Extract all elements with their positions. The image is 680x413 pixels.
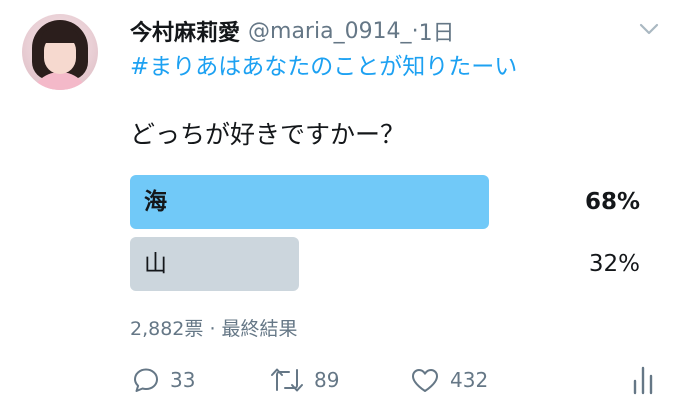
analytics-icon xyxy=(633,366,653,395)
tweet-timestamp[interactable]: 1日 xyxy=(419,15,455,47)
author-name[interactable]: 今村麻莉愛 xyxy=(130,15,240,47)
poll-option-2-percent: 32% xyxy=(588,251,640,277)
hashtag-link[interactable]: #まりあはあなたのことが知りたーい xyxy=(130,50,517,84)
reply-count: 33 xyxy=(170,368,196,392)
author-handle[interactable]: @maria_0914_ xyxy=(248,19,412,44)
like-button[interactable]: 432 xyxy=(410,362,488,398)
poll-meta-separator: · xyxy=(209,318,216,340)
like-count: 432 xyxy=(450,368,489,392)
avatar-bangs xyxy=(41,29,79,43)
retweet-icon xyxy=(271,368,303,392)
poll-votes: 2,882票 xyxy=(130,318,204,340)
poll-option-1: 海 68% xyxy=(130,175,640,229)
poll-option-1-bar xyxy=(130,175,489,229)
poll-option-1-percent: 68% xyxy=(584,189,640,215)
reply-icon xyxy=(134,368,158,392)
tweet-header: 今村麻莉愛 @maria_0914_ · 1日 xyxy=(130,14,455,48)
poll-status: 最終結果 xyxy=(221,318,298,340)
like-icon xyxy=(412,369,438,392)
poll-option-2-label: 山 xyxy=(144,251,167,277)
header-separator: · xyxy=(411,18,419,44)
action-bar: 33 89 432 xyxy=(130,362,660,398)
tweet-text: どっちが好きですかー？ xyxy=(130,120,406,149)
tweet-card: 今村麻莉愛 @maria_0914_ · 1日 #まりあはあなたのことが知りたー… xyxy=(0,0,680,413)
poll-meta: 2,882票 · 最終結果 xyxy=(130,314,298,344)
analytics-button[interactable] xyxy=(630,362,656,398)
poll-option-1-label: 海 xyxy=(144,189,167,215)
poll-option-2: 山 32% xyxy=(130,237,640,291)
retweet-count: 89 xyxy=(314,368,340,392)
reply-button[interactable]: 33 xyxy=(132,362,195,398)
avatar[interactable] xyxy=(22,14,98,90)
retweet-button[interactable]: 89 xyxy=(270,362,339,398)
chevron-down-icon[interactable] xyxy=(639,22,659,36)
